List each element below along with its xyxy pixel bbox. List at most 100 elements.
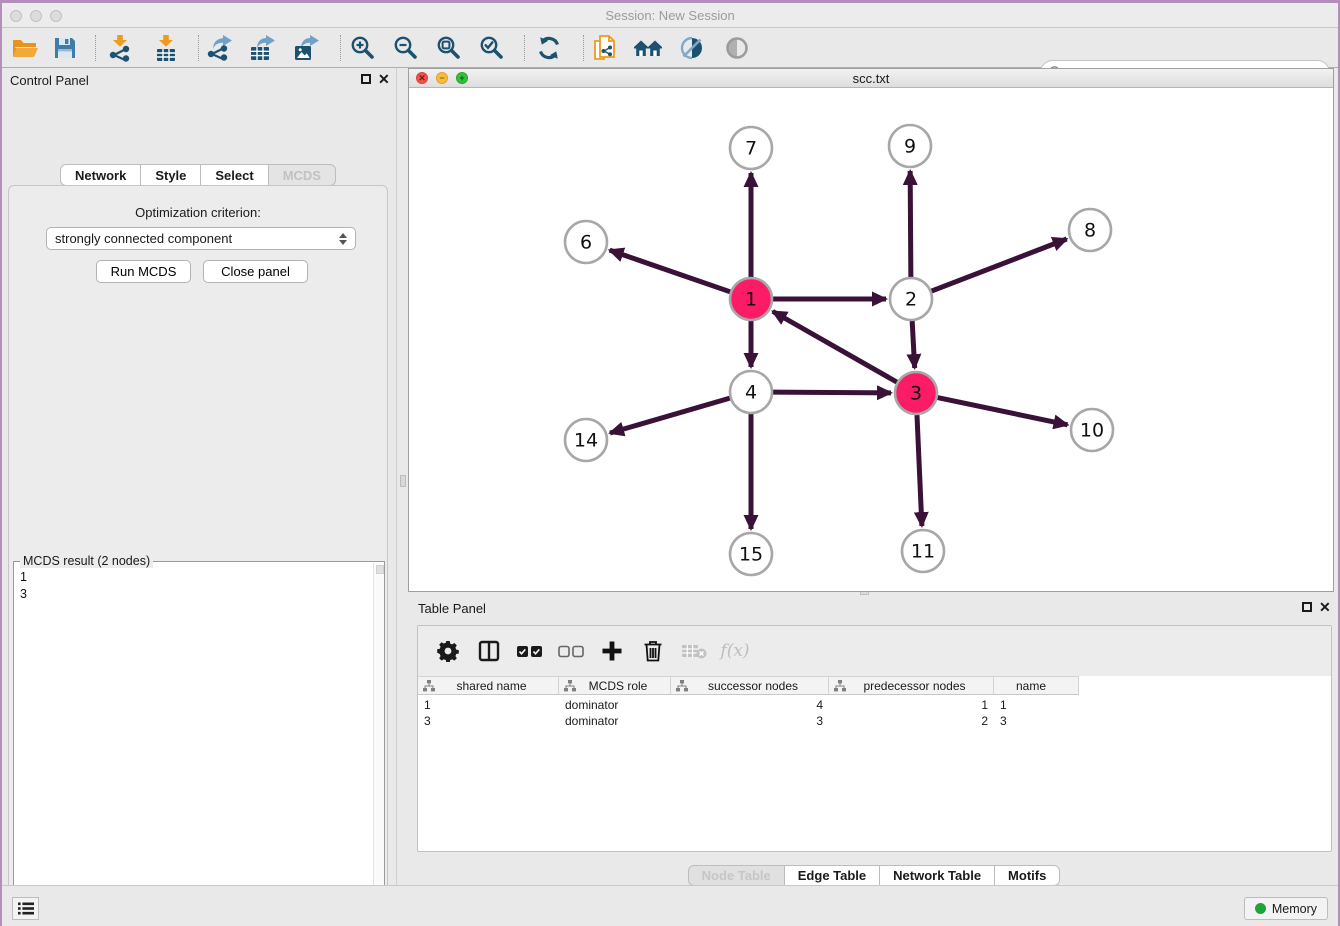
mcds-result-scrollbar[interactable] [373, 563, 384, 926]
tab-network-table[interactable]: Network Table [880, 865, 995, 886]
edge-3-1[interactable] [773, 311, 897, 382]
open-folder-icon[interactable] [6, 31, 42, 65]
node-10[interactable]: 10 [1071, 409, 1113, 451]
edge-3-11[interactable] [917, 415, 922, 526]
select-all-checkboxes-icon[interactable] [516, 636, 544, 666]
memory-button[interactable]: Memory [1244, 897, 1328, 920]
refresh-layout-icon[interactable] [531, 31, 567, 65]
optimization-criterion-select[interactable]: strongly connected component [46, 227, 356, 250]
float-table-panel-icon[interactable] [1302, 602, 1312, 612]
node-3[interactable]: 3 [895, 372, 937, 414]
node-table-container: f(x) shared nameMCDS rolesuccessor nodes… [417, 625, 1332, 852]
deselect-all-checkboxes-icon[interactable] [557, 636, 585, 666]
function-builder-icon[interactable]: f(x) [721, 636, 749, 666]
copy-network-icon[interactable] [587, 31, 623, 65]
close-panel-icon[interactable]: ✕ [378, 71, 390, 87]
list-icon [18, 902, 34, 915]
tab-style[interactable]: Style [141, 164, 201, 186]
node-4[interactable]: 4 [730, 371, 772, 413]
zoom-fit-icon[interactable] [431, 31, 467, 65]
table-cell[interactable]: 1 [994, 697, 1079, 713]
table-cell[interactable]: 3 [418, 713, 559, 729]
import-network-icon[interactable] [102, 31, 138, 65]
edge-4-14[interactable] [610, 398, 730, 433]
zoom-out-icon[interactable] [388, 31, 424, 65]
node-6[interactable]: 6 [565, 221, 607, 263]
export-image-icon[interactable] [288, 31, 324, 65]
node-label: 7 [745, 138, 757, 160]
divider-handle[interactable] [400, 475, 406, 487]
toolbar-separator [340, 35, 341, 61]
node-label: 4 [745, 382, 757, 404]
table-cell[interactable]: 3 [994, 713, 1079, 729]
column-chooser-icon[interactable] [475, 636, 503, 666]
mcds-result-box: MCDS result (2 nodes) 1 3 [13, 561, 385, 926]
mcds-tab-content: Optimization criterion: strongly connect… [8, 185, 388, 926]
table-cell[interactable]: 1 [418, 697, 559, 713]
hide-selected-icon[interactable] [719, 31, 755, 65]
edge-2-3[interactable] [912, 321, 915, 368]
delete-table-icon[interactable] [680, 636, 708, 666]
column-header-MCDS-role[interactable]: MCDS role [559, 677, 671, 694]
node-label: 8 [1084, 220, 1096, 242]
node-14[interactable]: 14 [565, 419, 607, 461]
tab-select[interactable]: Select [201, 164, 268, 186]
mcds-result-text[interactable]: 1 3 [14, 563, 372, 926]
main-toolbar [0, 28, 1340, 68]
edge-3-10[interactable] [938, 398, 1068, 425]
tab-mcds[interactable]: MCDS [269, 164, 336, 186]
network-window-titlebar[interactable]: ✕ − + scc.txt [409, 69, 1333, 88]
node-7[interactable]: 7 [730, 127, 772, 169]
tab-edge-table[interactable]: Edge Table [785, 865, 880, 886]
column-header-name[interactable]: name [994, 677, 1079, 694]
run-mcds-button[interactable]: Run MCDS [96, 260, 191, 283]
edge-2-9[interactable] [910, 171, 911, 277]
home-icon[interactable] [630, 31, 666, 65]
network-canvas[interactable]: 1 2 3 4 6 7 8 9 10 11 14 15 [409, 88, 1333, 591]
tab-motifs[interactable]: Motifs [995, 865, 1060, 886]
column-tree-icon [564, 680, 576, 692]
save-icon[interactable] [47, 31, 83, 65]
zoom-selected-icon[interactable] [474, 31, 510, 65]
edge-2-8[interactable] [932, 239, 1067, 291]
apply-style-icon[interactable] [674, 31, 710, 65]
toolbar-separator [95, 35, 96, 61]
settings-gear-icon[interactable] [434, 636, 462, 666]
column-header-successor-nodes[interactable]: successor nodes [671, 677, 829, 694]
edge-4-3[interactable] [773, 392, 891, 393]
import-table-icon[interactable] [148, 31, 184, 65]
panel-divider[interactable] [396, 68, 408, 885]
node-15[interactable]: 15 [730, 533, 772, 575]
column-header-predecessor-nodes[interactable]: predecessor nodes [829, 677, 994, 694]
network-graph[interactable]: 1 2 3 4 6 7 8 9 10 11 14 15 [409, 88, 1333, 591]
add-column-icon[interactable] [598, 636, 626, 666]
close-table-panel-icon[interactable]: ✕ [1319, 599, 1331, 615]
table-cell[interactable]: 1 [829, 697, 994, 713]
float-panel-icon[interactable] [361, 74, 371, 84]
node-2[interactable]: 2 [890, 278, 932, 320]
zoom-in-icon[interactable] [345, 31, 381, 65]
app-title: Session: New Session [0, 8, 1340, 23]
table-row[interactable]: 1dominator411 [418, 697, 1079, 713]
node-8[interactable]: 8 [1069, 209, 1111, 251]
table-cell[interactable]: dominator [559, 697, 671, 713]
table-cell[interactable]: 3 [671, 713, 829, 729]
app-titlebar: Session: New Session [0, 0, 1340, 28]
node-11[interactable]: 11 [902, 530, 944, 572]
table-cell[interactable]: 4 [671, 697, 829, 713]
table-cell[interactable]: 2 [829, 713, 994, 729]
network-window-title: scc.txt [409, 71, 1333, 86]
node-9[interactable]: 9 [889, 125, 931, 167]
close-panel-button[interactable]: Close panel [203, 260, 308, 283]
delete-column-icon[interactable] [639, 636, 667, 666]
column-header-shared-name[interactable]: shared name [418, 677, 559, 694]
table-row[interactable]: 3dominator323 [418, 713, 1079, 729]
export-network-icon[interactable] [201, 31, 237, 65]
task-history-button[interactable] [12, 897, 39, 920]
export-table-icon[interactable] [244, 31, 280, 65]
edge-1-6[interactable] [610, 250, 731, 292]
table-cell[interactable]: dominator [559, 713, 671, 729]
tab-network[interactable]: Network [60, 164, 141, 186]
node-1[interactable]: 1 [730, 278, 772, 320]
tab-node-table[interactable]: Node Table [688, 865, 785, 886]
